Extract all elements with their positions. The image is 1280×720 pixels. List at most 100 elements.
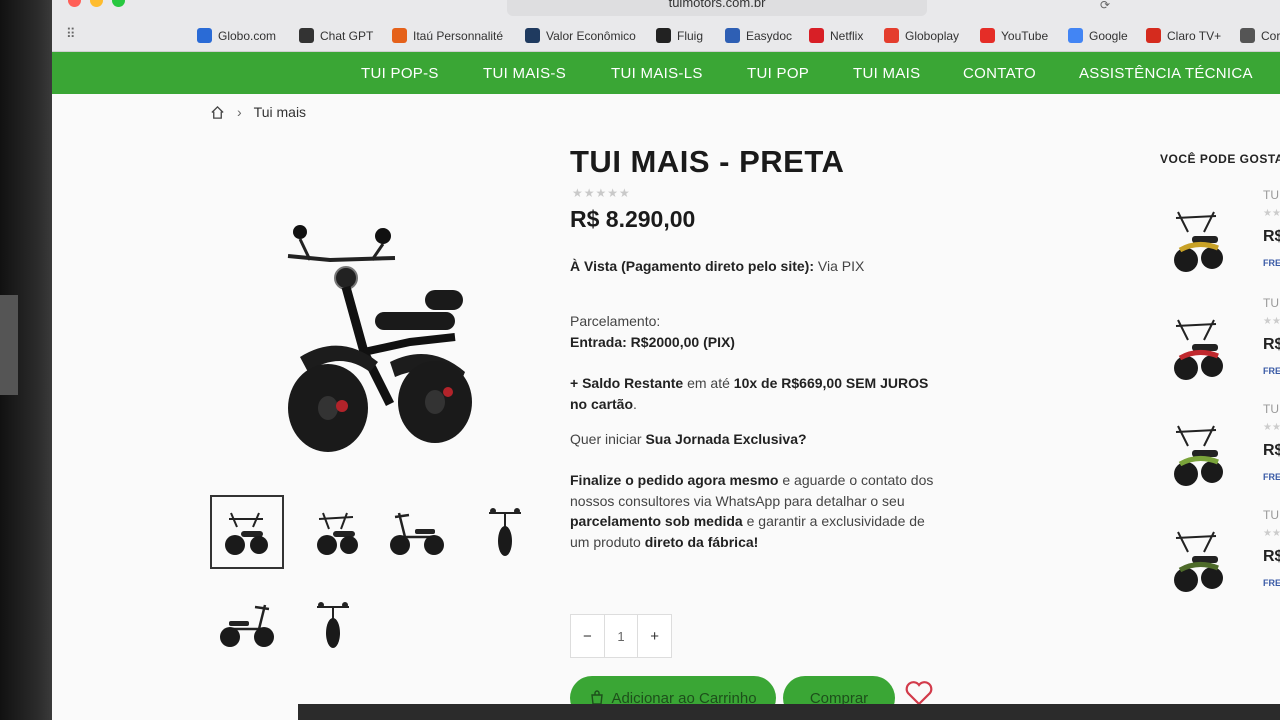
nav-item-tui-pop[interactable]: TUI POP bbox=[747, 65, 809, 82]
bookmark-label: Fluig bbox=[677, 28, 704, 43]
bookmark-4[interactable]: Fluig bbox=[656, 28, 703, 43]
finalize-highlight-2: parcelamento sob medida bbox=[570, 513, 743, 529]
bookmark-6[interactable]: Netflix bbox=[809, 28, 863, 43]
bookmark-11[interactable]: Cor bbox=[1240, 28, 1280, 43]
avista-label: À Vista (Pagamento direto pelo site): bbox=[570, 258, 815, 274]
thumbnail-3[interactable] bbox=[380, 495, 454, 569]
minimize-window-button[interactable] bbox=[90, 0, 103, 7]
chatgpt-icon bbox=[299, 28, 314, 43]
monitor-bezel bbox=[0, 0, 52, 720]
related-product-shipping: FRE bbox=[1263, 366, 1280, 376]
nav-item-tui-pop-s[interactable]: TUI POP-S bbox=[361, 65, 439, 82]
saldo-label: + Saldo Restante bbox=[570, 375, 684, 391]
related-product-name: TU bbox=[1263, 296, 1279, 310]
bookmark-8[interactable]: YouTube bbox=[980, 28, 1048, 43]
rating-stars: ★★★★★ bbox=[572, 186, 631, 200]
related-product-stars: ★★ bbox=[1263, 422, 1280, 433]
itau-icon bbox=[392, 28, 407, 43]
related-product-2[interactable]: TUI ★★ R$ FRE bbox=[1170, 402, 1280, 502]
thumbnail-4[interactable] bbox=[468, 495, 542, 569]
nav-item-contato[interactable]: CONTATO bbox=[963, 65, 1036, 82]
related-product-image bbox=[1174, 319, 1223, 380]
related-product-stars: ★★ bbox=[1263, 208, 1280, 219]
saldo-end: . bbox=[633, 395, 637, 412]
url-text: tuimotors.com.br bbox=[668, 0, 766, 10]
related-product-stars: ★★ bbox=[1263, 528, 1280, 539]
valor-icon bbox=[525, 28, 540, 43]
related-product-3[interactable]: TUI ★★ R$ FRE bbox=[1170, 508, 1280, 608]
nav-item-tui-mais-ls[interactable]: TUI MAIS-LS bbox=[611, 65, 703, 82]
thumbnail-2[interactable] bbox=[300, 495, 374, 569]
bookmark-label: Globoplay bbox=[905, 28, 960, 43]
apps-grid-icon[interactable]: ⠿ bbox=[66, 26, 76, 42]
globo-icon bbox=[197, 28, 212, 43]
jornada-text: Quer iniciar Sua Jornada Exclusiva? bbox=[570, 429, 940, 450]
cookie-banner bbox=[298, 704, 1280, 720]
related-product-price: R$ bbox=[1263, 336, 1280, 353]
bookmark-label: Cor bbox=[1261, 28, 1280, 43]
zoom-window-button[interactable] bbox=[112, 0, 125, 7]
thumbnail-5[interactable] bbox=[210, 587, 284, 661]
bookmark-0[interactable]: Globo.com bbox=[197, 28, 276, 43]
quantity-increase-button[interactable]: + bbox=[638, 615, 671, 657]
avista-value: Via PIX bbox=[814, 258, 865, 274]
nav-item-assistencia[interactable]: ASSISTÊNCIA TÉCNICA bbox=[1079, 65, 1253, 82]
address-bar[interactable]: tuimotors.com.br bbox=[507, 0, 927, 16]
bookmark-1[interactable]: Chat GPT bbox=[299, 28, 373, 43]
bookmark-label: Itaú Personnalité bbox=[413, 28, 504, 43]
breadcrumb-current[interactable]: Tui mais bbox=[254, 104, 306, 120]
thumbnail-1[interactable] bbox=[210, 495, 284, 569]
reload-icon[interactable]: ⟳ bbox=[1100, 0, 1110, 12]
browser-toolbar: tuimotors.com.br ⟳ ⠿ Globo.com Chat GPT It… bbox=[52, 0, 1280, 52]
related-product-0[interactable]: TU ★★ R$ FRE bbox=[1170, 188, 1280, 288]
related-product-name: TU bbox=[1263, 188, 1279, 202]
bookmark-label: YouTube bbox=[1001, 28, 1049, 43]
fluig-icon bbox=[656, 28, 671, 43]
close-window-button[interactable] bbox=[68, 0, 81, 7]
related-product-price: R$ bbox=[1263, 548, 1280, 565]
wishlist-heart-icon[interactable] bbox=[904, 680, 934, 706]
breadcrumb: › Tui mais bbox=[210, 104, 306, 120]
related-product-image bbox=[1174, 211, 1223, 272]
bookmark-2[interactable]: Itaú Personnalité bbox=[392, 28, 503, 43]
related-product-shipping: FRE bbox=[1263, 578, 1280, 588]
home-icon[interactable] bbox=[210, 105, 225, 120]
easydoc-icon bbox=[725, 28, 740, 43]
related-product-image bbox=[1174, 425, 1223, 486]
related-product-shipping: FRE bbox=[1263, 258, 1280, 268]
related-product-price: R$ bbox=[1263, 442, 1280, 459]
bookmark-5[interactable]: Easydoc bbox=[725, 28, 792, 43]
avista-text: À Vista (Pagamento direto pelo site): Vi… bbox=[570, 256, 940, 277]
related-product-name: TUI bbox=[1263, 508, 1280, 522]
quantity-input[interactable]: 1 bbox=[603, 615, 639, 657]
entrada-value: Entrada: R$2000,00 (PIX) bbox=[570, 334, 735, 350]
bookmark-9[interactable]: Google bbox=[1068, 28, 1128, 43]
related-product-shipping: FRE bbox=[1263, 472, 1280, 482]
product-main-image[interactable] bbox=[280, 212, 480, 457]
parcelamento-label: Parcelamento: bbox=[570, 313, 661, 329]
related-products-title: VOCÊ PODE GOSTAR bbox=[1160, 152, 1280, 166]
bookmark-label: Chat GPT bbox=[320, 28, 374, 43]
bookmark-label: Valor Econômico bbox=[546, 28, 636, 43]
finalize-text: Finalize o pedido agora mesmo e aguarde … bbox=[570, 470, 940, 552]
quantity-decrease-button[interactable]: − bbox=[571, 615, 604, 657]
nav-item-tui-mais-s[interactable]: TUI MAIS-S bbox=[483, 65, 566, 82]
related-product-price: R$ bbox=[1263, 228, 1280, 245]
thumbnail-6[interactable] bbox=[296, 587, 370, 661]
bookmark-label: Google bbox=[1089, 28, 1128, 43]
saldo-mid: em até bbox=[683, 375, 734, 391]
youtube-icon bbox=[980, 28, 995, 43]
nav-item-tui-mais[interactable]: TUI MAIS bbox=[853, 65, 920, 82]
bookmark-7[interactable]: Globoplay bbox=[884, 28, 959, 43]
bookmark-10[interactable]: Claro TV+ bbox=[1146, 28, 1221, 43]
netflix-icon bbox=[809, 28, 824, 43]
bookmark-label: Netflix bbox=[830, 28, 864, 43]
claro-icon bbox=[1146, 28, 1161, 43]
google-icon bbox=[1068, 28, 1083, 43]
saldo-text: + Saldo Restante em até 10x de R$669,00 … bbox=[570, 373, 940, 414]
related-product-image bbox=[1174, 531, 1223, 592]
bookmark-3[interactable]: Valor Econômico bbox=[525, 28, 636, 43]
finalize-highlight-1: Finalize o pedido agora mesmo bbox=[570, 472, 779, 488]
finalize-highlight-3: direto da fábrica! bbox=[644, 533, 759, 550]
related-product-1[interactable]: TU ★★ R$ FRE bbox=[1170, 296, 1280, 396]
